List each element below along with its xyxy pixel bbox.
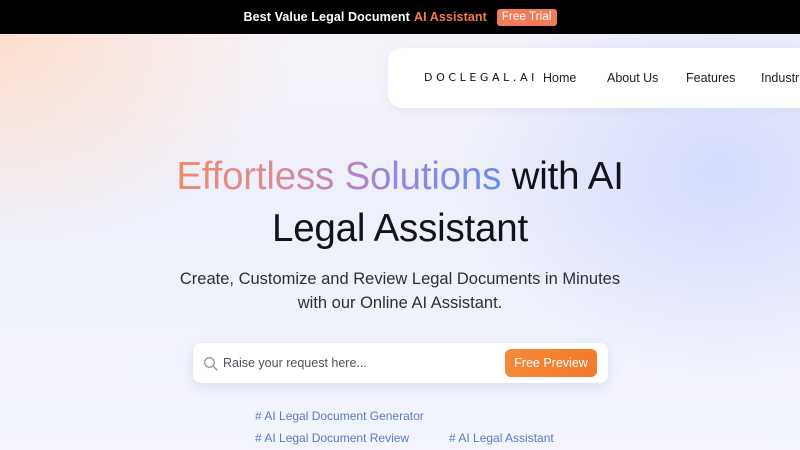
free-trial-badge[interactable]: Free Trial xyxy=(496,8,557,26)
nav-link-about-us[interactable]: About Us xyxy=(607,71,658,85)
hero-gradient-text: Effortless Solutions xyxy=(176,155,502,198)
hero-subtitle-line1: Create, Customize and Review Legal Docum… xyxy=(179,270,621,288)
search-icon xyxy=(203,356,219,372)
hero-title-line1: Effortless Solutions with AI xyxy=(0,155,800,199)
promo-bar: Best Value Legal Document AI Assistant F… xyxy=(0,0,800,34)
tag-ai-legal-assistant[interactable]: # AI Legal Assistant xyxy=(449,431,554,445)
search-input[interactable] xyxy=(223,351,483,375)
hero-title-line2: Legal Assistant xyxy=(272,207,528,250)
nav-link-industries[interactable]: Industries xyxy=(761,71,800,85)
nav-link-features[interactable]: Features xyxy=(686,71,735,85)
nav-link-home[interactable]: Home xyxy=(543,71,576,85)
tag-ai-legal-document-review[interactable]: # AI Legal Document Review xyxy=(255,431,409,445)
hero-title-rest: with AI xyxy=(511,155,624,198)
hero-subtitle-line2: with our Online AI Assistant. xyxy=(297,294,503,312)
logo[interactable]: DOCLEGAL.AI xyxy=(424,71,538,84)
navbar: DOCLEGAL.AI Home About Us Features Indus… xyxy=(388,48,800,108)
promo-text: Best Value Legal Document xyxy=(243,10,410,24)
search-box: Free Preview xyxy=(193,343,608,383)
free-preview-button[interactable]: Free Preview xyxy=(505,349,597,377)
promo-accent: AI Assistant xyxy=(413,10,487,24)
tag-ai-legal-document-generator[interactable]: # AI Legal Document Generator xyxy=(255,409,424,423)
